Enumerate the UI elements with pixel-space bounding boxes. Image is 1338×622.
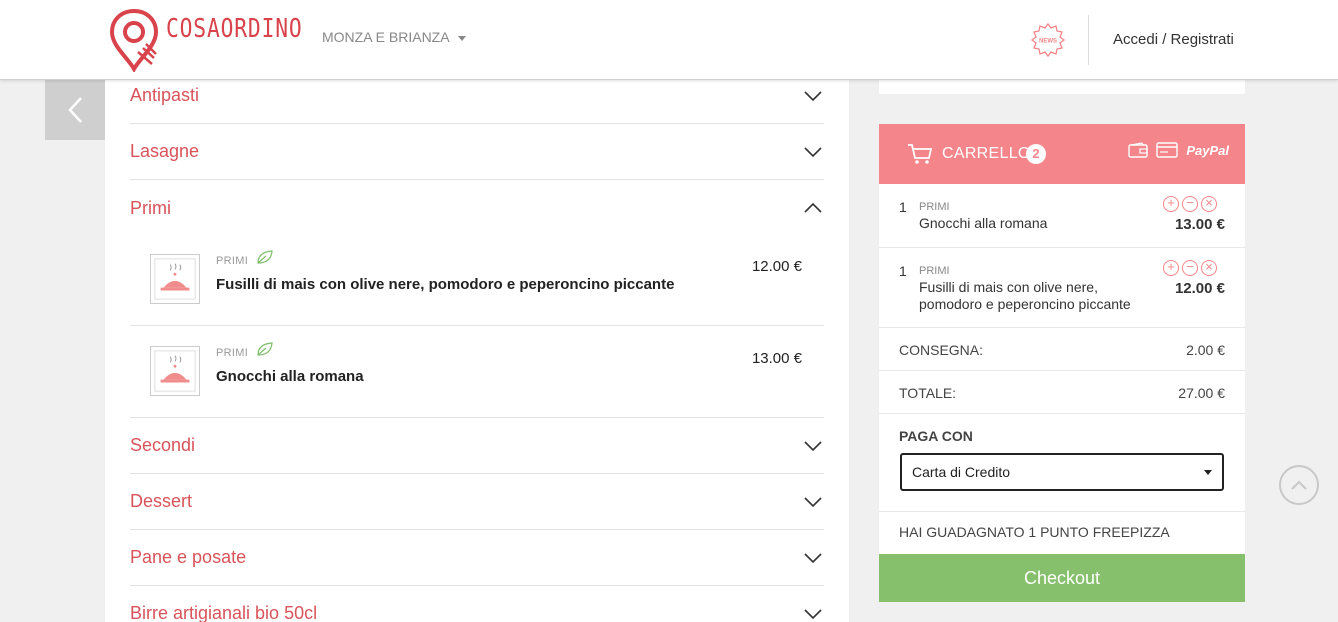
- remove-icon[interactable]: ×: [1201, 260, 1217, 276]
- category-birre-artigianali[interactable]: Birre artigianali bio 50cl: [130, 586, 824, 622]
- news-badge-icon[interactable]: NEWS: [1030, 22, 1066, 58]
- category-pane-e-posate[interactable]: Pane e posate: [130, 530, 824, 586]
- category-label: Lasagne: [130, 141, 200, 161]
- category-lasagne[interactable]: Lasagne: [130, 124, 824, 180]
- checkout-button[interactable]: Checkout: [879, 554, 1245, 602]
- chevron-left-icon: [68, 97, 82, 123]
- dish-category: PRIMI: [216, 255, 249, 267]
- cart-item-qty: 1: [899, 199, 907, 215]
- cart-top-strip: [879, 80, 1245, 94]
- total-label: TOTALE:: [899, 385, 957, 401]
- chevron-down-icon: [804, 608, 822, 619]
- menu-panel: Antipasti Lasagne Primi PRIMI Fusilli di…: [105, 80, 849, 622]
- category-dessert[interactable]: Dessert: [130, 474, 824, 530]
- cart-item-category: PRIMI: [919, 201, 950, 213]
- chevron-down-icon: [804, 496, 822, 507]
- chevron-down-icon: [804, 552, 822, 563]
- payment-method-value: Carta di Credito: [912, 464, 1011, 480]
- cart-item-controls: + − ×: [1163, 260, 1217, 276]
- cart-item-category: PRIMI: [919, 265, 950, 277]
- logo-pin-icon[interactable]: [108, 8, 160, 72]
- credit-card-icon: [1156, 142, 1179, 158]
- category-label: Pane e posate: [130, 547, 247, 567]
- category-antipasti[interactable]: Antipasti: [130, 80, 824, 124]
- category-primi[interactable]: Primi: [130, 180, 824, 236]
- category-label: Birre artigianali bio 50cl: [130, 603, 318, 622]
- payment-method-select[interactable]: Carta di Credito: [900, 453, 1224, 491]
- shopping-cart-icon: [908, 144, 933, 164]
- chevron-down-icon: [804, 440, 822, 451]
- chevron-down-icon: [804, 90, 822, 101]
- top-header: COSAORDINO MONZA E BRIANZA NEWS Accedi /…: [0, 0, 1338, 80]
- category-label: Primi: [130, 197, 171, 218]
- caret-down-icon: [457, 35, 466, 41]
- dish-price: 13.00 €: [751, 350, 802, 367]
- increase-icon[interactable]: +: [1163, 260, 1179, 276]
- cart-item-qty: 1: [899, 263, 907, 279]
- category-label: Dessert: [130, 491, 193, 511]
- cart-panel: CARRELLO 2 PayPal 1 PRIMI Gnocchi alla r…: [879, 124, 1245, 602]
- dish-placeholder-icon: [150, 254, 200, 304]
- category-label: Secondi: [130, 435, 196, 455]
- leaf-icon: [257, 342, 273, 356]
- dish-row[interactable]: PRIMI Fusilli di mais con olive nere, po…: [130, 234, 824, 326]
- increase-icon[interactable]: +: [1163, 196, 1179, 212]
- wallet-icon: [1128, 142, 1149, 158]
- cart-item: 1 PRIMI Gnocchi alla romana + − × 13.00 …: [879, 184, 1245, 248]
- cart-item-name: Gnocchi alla romana: [919, 215, 1048, 231]
- scroll-to-top-button[interactable]: [1279, 465, 1319, 505]
- cart-item-price: 12.00 €: [1174, 280, 1225, 297]
- paypal-logo: PayPal: [1186, 142, 1229, 158]
- dish-price: 12.00 €: [751, 258, 802, 275]
- delivery-label: CONSEGNA:: [899, 342, 984, 358]
- header-divider: [1088, 15, 1089, 65]
- region-selector[interactable]: MONZA E BRIANZA: [322, 29, 466, 45]
- cart-item-price: 13.00 €: [1174, 216, 1225, 233]
- dish-name: Fusilli di mais con olive nere, pomodoro…: [216, 276, 675, 293]
- login-register-link[interactable]: Accedi / Registrati: [1113, 31, 1234, 48]
- region-label: MONZA E BRIANZA: [322, 29, 450, 45]
- remove-icon[interactable]: ×: [1201, 196, 1217, 212]
- dish-category: PRIMI: [216, 347, 249, 359]
- svg-text:NEWS: NEWS: [1039, 39, 1057, 45]
- caret-down-icon: [1204, 470, 1212, 475]
- delivery-row: CONSEGNA: 2.00 €: [879, 328, 1245, 371]
- category-secondi[interactable]: Secondi: [130, 418, 824, 474]
- points-earned-text: HAI GUADAGNATO 1 PUNTO FREEPIZZA: [899, 524, 1170, 540]
- dish-placeholder-icon: [150, 346, 200, 396]
- leaf-icon: [257, 250, 273, 264]
- payment-methods: PayPal: [1128, 142, 1229, 158]
- chevron-up-icon: [1291, 480, 1307, 490]
- decrease-icon[interactable]: −: [1182, 196, 1198, 212]
- payment-section: PAGA CON Carta di Credito: [879, 414, 1245, 512]
- chevron-down-icon: [804, 146, 822, 157]
- points-row: HAI GUADAGNATO 1 PUNTO FREEPIZZA: [879, 512, 1245, 554]
- brand-logo-text[interactable]: COSAORDINO: [166, 14, 303, 44]
- back-button[interactable]: [45, 80, 105, 140]
- dish-row[interactable]: PRIMI Gnocchi alla romana 13.00 €: [130, 326, 824, 418]
- cart-title: CARRELLO: [942, 145, 1031, 162]
- total-row: TOTALE: 27.00 €: [879, 371, 1245, 414]
- chevron-up-icon: [804, 202, 822, 213]
- cart-item-name: Fusilli di mais con olive nere, pomodoro…: [919, 279, 1131, 312]
- dish-name: Gnocchi alla romana: [216, 368, 364, 385]
- cart-count-badge: 2: [1026, 144, 1046, 164]
- cart-item: 1 PRIMI Fusilli di mais con olive nere, …: [879, 248, 1245, 328]
- decrease-icon[interactable]: −: [1182, 260, 1198, 276]
- delivery-value: 2.00 €: [1186, 342, 1225, 358]
- cart-header: CARRELLO 2 PayPal: [879, 124, 1245, 184]
- category-label: Antipasti: [130, 85, 200, 105]
- cart-item-controls: + − ×: [1163, 196, 1217, 212]
- total-value: 27.00 €: [1178, 385, 1225, 401]
- pay-with-label: PAGA CON: [899, 428, 973, 444]
